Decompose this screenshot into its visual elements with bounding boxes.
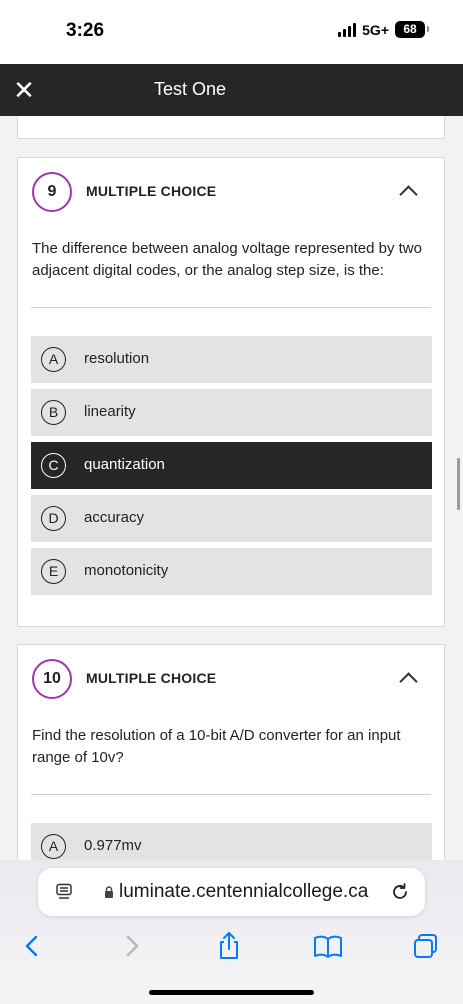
page-title: Test One [154,79,227,99]
question-number: 10 [32,659,72,699]
status-bar: 3:26 5G+ 68 [0,0,463,64]
option-label: linearity [84,403,136,420]
reload-icon[interactable] [389,881,411,903]
option-b[interactable]: B linearity [31,389,432,436]
previous-question-card [17,116,445,139]
option-letter: A [41,347,66,372]
option-a[interactable]: A resolution [31,336,432,383]
divider [31,307,431,308]
address-bar[interactable]: luminate.centennialcollege.ca [38,868,425,916]
status-indicators: 5G+ 68 [338,21,429,38]
test-content[interactable]: 9 MULTIPLE CHOICE The difference between… [0,116,463,860]
home-indicator [149,990,314,995]
question-card-10: 10 MULTIPLE CHOICE Find the resolution o… [17,644,445,860]
option-a[interactable]: A 0.977mv [31,823,432,860]
question-text: Find the resolution of a 10-bit A/D conv… [32,727,401,766]
option-label: 0.977mv [84,837,142,854]
question-number: 9 [32,172,72,212]
option-letter: B [41,400,66,425]
option-letter: C [41,453,66,478]
divider [31,794,431,795]
status-time: 3:26 [66,20,105,41]
chevron-up-icon[interactable] [398,184,418,198]
bookmarks-icon[interactable] [312,930,344,962]
question-type: MULTIPLE CHOICE [86,670,217,686]
option-e[interactable]: E monotonicity [31,548,432,595]
app-header: ✕ Test One [0,64,463,116]
browser-toolbar: luminate.centennialcollege.ca [0,860,463,1004]
option-letter: A [41,834,66,859]
option-label: monotonicity [84,562,169,579]
question-card-9: 9 MULTIPLE CHOICE The difference between… [17,157,445,627]
lock-icon [105,886,113,898]
reader-icon[interactable] [55,883,73,901]
share-icon[interactable] [213,930,245,962]
option-letter: D [41,506,66,531]
signal-icon [338,22,357,37]
network-type: 5G+ [362,21,389,38]
option-letter: E [41,559,66,584]
battery-icon: 68 [395,21,429,38]
browser-nav [0,926,463,966]
question-type: MULTIPLE CHOICE [86,183,217,199]
chevron-up-icon[interactable] [398,671,418,685]
option-c[interactable]: C quantization [31,442,432,489]
url-text: luminate.centennialcollege.ca [119,881,369,902]
forward-icon[interactable] [116,930,148,962]
option-d[interactable]: D accuracy [31,495,432,542]
option-label: accuracy [84,509,145,526]
question-text: The difference between analog voltage re… [32,240,422,279]
scrollbar[interactable] [457,458,460,510]
tabs-icon[interactable] [410,930,442,962]
option-label: quantization [84,456,165,473]
option-label: resolution [84,350,150,367]
back-icon[interactable] [16,930,48,962]
close-icon[interactable]: ✕ [10,74,38,106]
